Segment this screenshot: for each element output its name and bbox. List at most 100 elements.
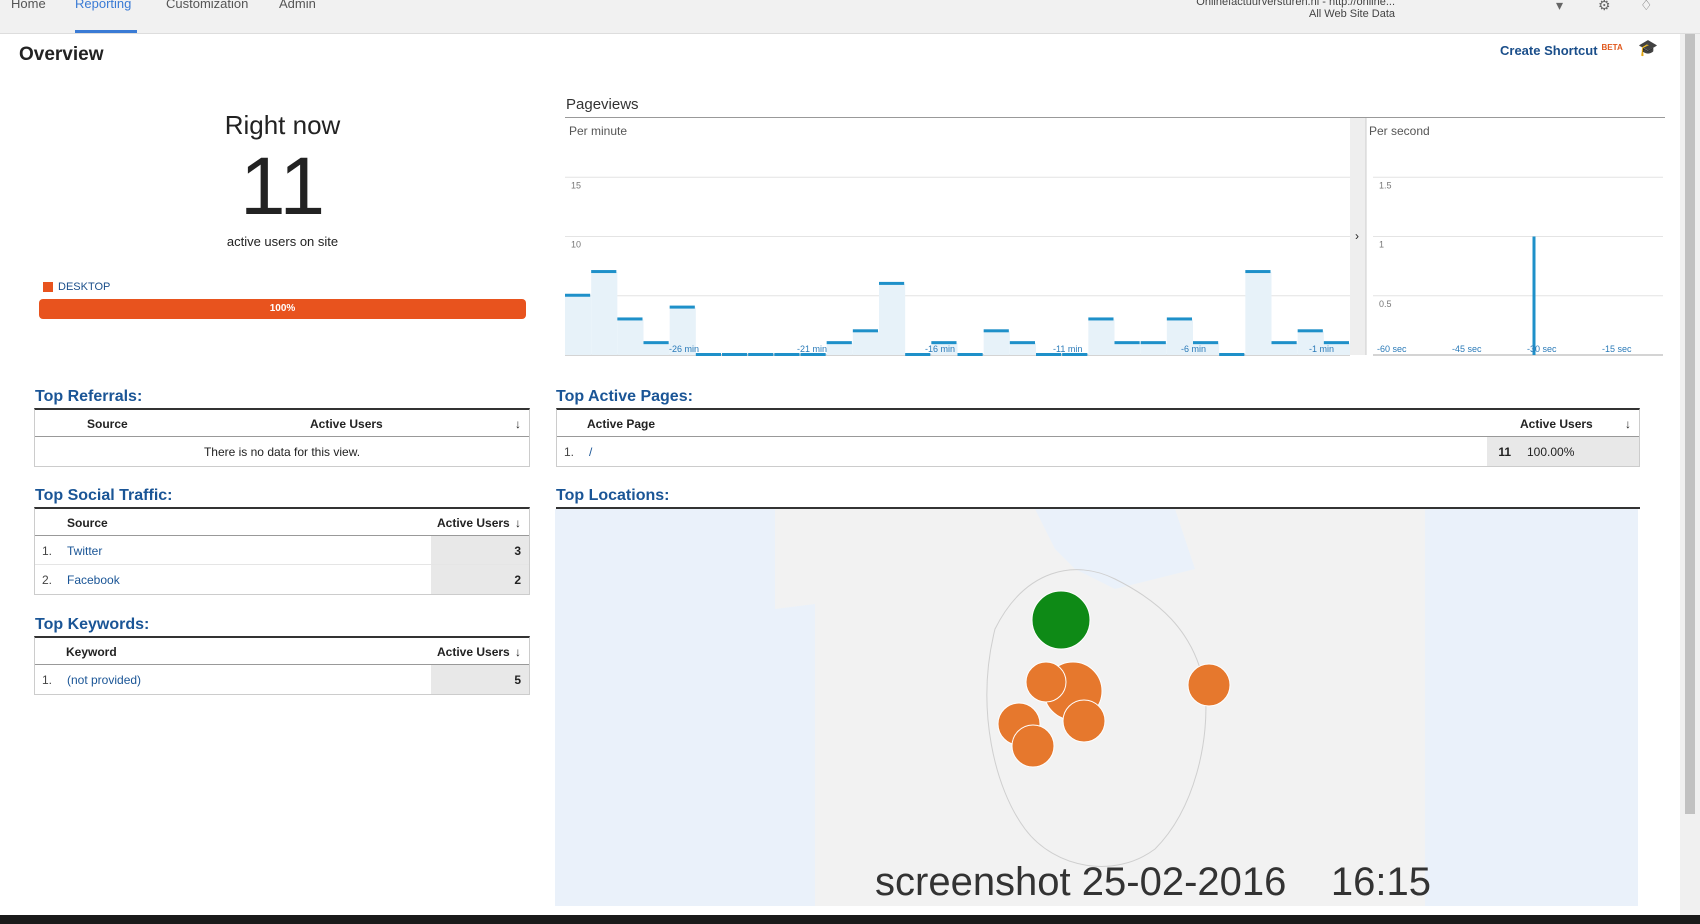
- x-tick-label: -45 sec: [1452, 344, 1482, 354]
- bar-area: [1245, 272, 1272, 355]
- desktop-legend-label: DESKTOP: [58, 281, 111, 293]
- create-shortcut-link[interactable]: Create Shortcut BETA: [1500, 43, 1623, 58]
- active-users-subtitle: active users on site: [226, 234, 339, 249]
- location-marker[interactable]: [1031, 590, 1091, 650]
- locations-map[interactable]: [555, 509, 1638, 906]
- bar-area: [1009, 343, 1036, 355]
- screenshot-watermark: screenshot 25-02-2016 16:15: [875, 860, 1431, 904]
- account-view: All Web Site Data: [1308, 8, 1395, 20]
- chevron-right-icon: ›: [1355, 229, 1359, 243]
- bar-cap: [1297, 329, 1323, 333]
- page-path-link[interactable]: /: [589, 445, 592, 459]
- location-marker[interactable]: [1025, 661, 1067, 703]
- sort-arrow-icon[interactable]: ↓: [1625, 417, 1631, 431]
- scrollbar-thumb[interactable]: [1685, 34, 1695, 814]
- x-tick-label: -15 sec: [1602, 344, 1632, 354]
- col-active-page[interactable]: Active Page: [587, 417, 655, 431]
- x-tick-label: -6 min: [1181, 344, 1206, 354]
- x-tick-label: -60 sec: [1377, 344, 1407, 354]
- top-pages-title: Top Active Pages:: [556, 388, 693, 405]
- table-row: 1. Twitter 3: [35, 536, 529, 565]
- top-social-table: Source Active Users ↓ 1. Twitter 3 2. Fa…: [34, 507, 530, 595]
- top-locations-title: Top Locations:: [556, 487, 670, 504]
- location-marker[interactable]: [1062, 699, 1106, 743]
- top-navigation: Home Reporting Customization Admin Onlin…: [0, 0, 1700, 34]
- bar-area: [1140, 343, 1167, 355]
- y-tick-label: 10: [571, 240, 581, 250]
- row-index: 1.: [42, 544, 53, 558]
- sort-arrow-icon[interactable]: ↓: [515, 417, 521, 431]
- create-shortcut-label: Create Shortcut: [1500, 43, 1598, 58]
- beta-badge: BETA: [1601, 43, 1623, 52]
- map-svg: [775, 509, 1425, 906]
- sort-arrow-icon[interactable]: ↓: [515, 645, 521, 659]
- x-tick-label: -21 min: [797, 344, 827, 354]
- chevron-down-icon[interactable]: ▾: [1556, 0, 1563, 14]
- nav-reporting[interactable]: Reporting: [75, 0, 131, 11]
- top-social-title: Top Social Traffic:: [35, 487, 173, 504]
- bar-cap: [1009, 341, 1035, 345]
- sort-arrow-icon[interactable]: ↓: [515, 516, 521, 530]
- table-header: Keyword Active Users ↓: [35, 638, 529, 665]
- nav-admin[interactable]: Admin: [279, 0, 316, 11]
- y-tick-label: 1: [1379, 240, 1384, 250]
- bar-area: [591, 272, 618, 355]
- table-header: Active Page Active Users ↓: [557, 410, 1639, 437]
- bar-cap: [1166, 317, 1192, 321]
- gear-icon[interactable]: ⚙: [1598, 0, 1611, 14]
- active-tab-indicator: [75, 30, 137, 33]
- bar-cap: [1271, 341, 1297, 345]
- top-keywords-title: Top Keywords:: [35, 616, 150, 633]
- bar-cap: [983, 329, 1009, 333]
- col-active-users[interactable]: Active Users: [1520, 417, 1593, 431]
- row-index: 1.: [564, 445, 575, 459]
- graduation-cap-icon[interactable]: 🎓: [1638, 38, 1658, 58]
- keyword-link[interactable]: (not provided): [67, 673, 141, 687]
- social-source-link[interactable]: Twitter: [67, 544, 102, 558]
- bar-area: [1114, 343, 1141, 355]
- bar-area: [879, 283, 906, 355]
- active-users-value: 11: [1487, 437, 1519, 466]
- row-index: 1.: [42, 673, 53, 687]
- bar-area: [643, 343, 670, 355]
- active-users-value: 5: [431, 665, 529, 694]
- bar-cap: [1114, 341, 1140, 345]
- bar-cap: [617, 317, 643, 321]
- row-index: 2.: [42, 573, 53, 587]
- device-share-fill: 100%: [39, 299, 526, 319]
- bar-cap: [722, 353, 748, 356]
- bar-cap: [695, 353, 721, 356]
- x-tick-label: -16 min: [925, 344, 955, 354]
- nav-home[interactable]: Home: [11, 0, 46, 11]
- nav-customization[interactable]: Customization: [166, 0, 248, 11]
- top-pages-table: Active Page Active Users ↓ 1. / 11 100.0…: [556, 408, 1640, 467]
- right-now-title: Right now: [224, 110, 341, 140]
- active-users-value: 2: [431, 565, 529, 594]
- col-active-users[interactable]: Active Users: [310, 417, 383, 431]
- active-users-count: 11: [239, 141, 326, 232]
- col-keyword[interactable]: Keyword: [66, 645, 117, 659]
- bar-cap: [1140, 341, 1166, 345]
- per-minute-label: Per minute: [569, 124, 628, 138]
- col-source[interactable]: Source: [87, 417, 128, 431]
- active-users-value: 3: [431, 536, 529, 564]
- col-active-users[interactable]: Active Users: [437, 645, 510, 659]
- vertical-scrollbar[interactable]: [1680, 34, 1700, 919]
- table-header: Source Active Users ↓: [35, 410, 529, 437]
- bar-cap: [669, 305, 695, 309]
- social-source-link[interactable]: Facebook: [67, 573, 120, 587]
- pageviews-chart: ›15105-26 min-21 min-16 min-11 min-6 min…: [565, 118, 1663, 356]
- col-active-users[interactable]: Active Users: [437, 516, 510, 530]
- account-selector[interactable]: Onlinefactuurversturen.nl - http://onlin…: [1196, 0, 1395, 20]
- x-tick-label: -11 min: [1053, 344, 1082, 354]
- bar-cap: [1245, 270, 1271, 274]
- empty-row: There is no data for this view.: [35, 437, 529, 466]
- bar-area: [617, 319, 644, 355]
- table-row: 1. (not provided) 5: [35, 665, 529, 694]
- bell-icon[interactable]: ♢: [1640, 0, 1653, 14]
- bar-cap: [879, 281, 905, 285]
- table-row: 1. / 11 100.00%: [557, 437, 1639, 466]
- location-marker[interactable]: [1187, 663, 1231, 707]
- location-marker[interactable]: [1011, 724, 1055, 768]
- col-source[interactable]: Source: [67, 516, 108, 530]
